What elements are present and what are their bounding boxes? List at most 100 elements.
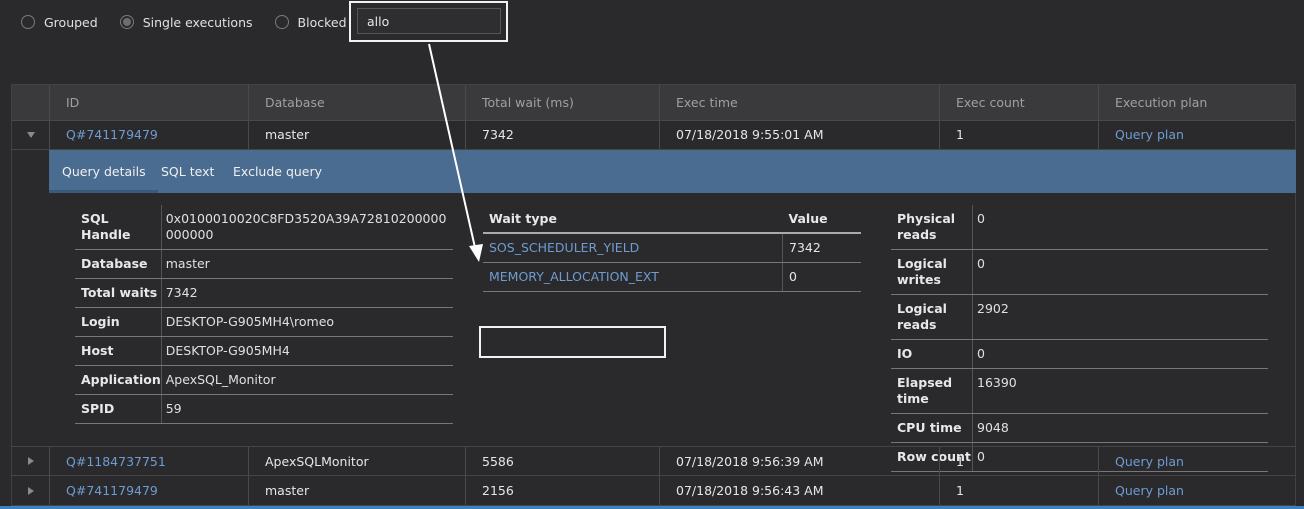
query-plan-link[interactable]: Query plan (1098, 476, 1297, 505)
row-expander[interactable] (12, 476, 49, 505)
stat-row: CPU time 9048 (891, 413, 1268, 443)
collapse-arrow-icon (26, 131, 35, 138)
cell-exec-count: 1 (939, 476, 1098, 505)
table-row[interactable]: Q#741179479 master 2156 07/18/2018 9:56:… (12, 476, 1295, 506)
info-key: Host (75, 336, 162, 366)
cell-exec-count: 1 (939, 447, 1098, 475)
table-row[interactable]: Q#1184737751 ApexSQLMonitor 5586 07/18/2… (12, 446, 1295, 476)
info-key: Database (75, 249, 162, 279)
tab-sql-text[interactable]: SQL text (161, 150, 214, 193)
info-row: SQL Handle 0x0100010020C8FD3520A39A728102… (75, 205, 453, 250)
radio-label: Single executions (142, 14, 253, 30)
radio-label: Grouped (44, 14, 98, 30)
wait-value: 7342 (782, 233, 861, 263)
info-row: Login DESKTOP-G905MH4\romeo (75, 307, 453, 337)
search-input[interactable] (357, 8, 501, 34)
stat-value: 2902 (972, 294, 1268, 340)
stat-value: 0 (972, 205, 1268, 250)
row-detail-panel: Query details SQL text Exclude query SQL… (12, 150, 1296, 472)
info-row: SPID 59 (75, 394, 453, 424)
search-highlight-box (349, 1, 508, 42)
info-value: DESKTOP-G905MH4 (161, 336, 453, 366)
info-value: master (161, 249, 453, 279)
io-stats-table: Physical reads 0 Logical writes 0 Logical … (891, 205, 1268, 472)
column-header-total-wait[interactable]: Total wait (ms) (465, 85, 659, 120)
cell-total-wait: 7342 (465, 120, 659, 149)
radio-indicator (274, 15, 289, 29)
query-info-table: SQL Handle 0x0100010020C8FD3520A39A728102… (75, 205, 453, 424)
info-value: DESKTOP-G905MH4\romeo (161, 307, 453, 337)
queries-grid: ID Database Total wait (ms) Exec time Ex… (11, 84, 1296, 509)
radio-indicator (21, 15, 35, 29)
expand-arrow-icon (27, 486, 34, 495)
cell-database: ApexSQLMonitor (248, 447, 465, 475)
info-key: SQL Handle (75, 205, 162, 250)
stat-key: Physical reads (891, 205, 973, 250)
query-id-link[interactable]: Q#741179479 (49, 476, 248, 505)
wait-type-link[interactable]: MEMORY_ALLOCATION_EXT (483, 262, 783, 292)
column-header-id[interactable]: ID (49, 85, 248, 120)
radio-single-executions[interactable]: Single executions (119, 14, 253, 30)
info-key: Application (75, 365, 162, 395)
column-header-database[interactable]: Database (248, 85, 465, 120)
stat-row: Logical writes 0 (891, 249, 1268, 295)
tab-query-details[interactable]: Query details (49, 150, 158, 193)
stat-value: 9048 (972, 413, 1268, 443)
stat-row: Logical reads 2902 (891, 294, 1268, 340)
info-key: Total waits (75, 278, 162, 308)
cell-total-wait: 5586 (465, 447, 659, 475)
cell-exec-count: 1 (939, 120, 1098, 149)
wait-type-header: Wait type (483, 205, 783, 234)
info-value: ApexSQL_Monitor (161, 365, 453, 395)
stat-key: CPU time (891, 413, 973, 443)
wait-value: 0 (782, 262, 861, 292)
stat-row: Physical reads 0 (891, 205, 1268, 250)
stat-key: Logical reads (891, 294, 973, 340)
stat-value: 0 (972, 249, 1268, 295)
detail-tab-bar: Query details SQL text Exclude query (49, 150, 1296, 193)
info-value: 0x0100010020C8FD3520A39A7281020000000000… (161, 205, 453, 250)
column-header-execution-plan[interactable]: Execution plan (1098, 85, 1297, 120)
row-expander[interactable] (12, 447, 49, 475)
wait-highlight-box (479, 326, 666, 358)
wait-value-header: Value (782, 205, 861, 234)
header-expander (12, 85, 49, 120)
stat-row: IO 0 (891, 339, 1268, 369)
tab-exclude-query[interactable]: Exclude query (233, 150, 322, 193)
stat-value: 0 (972, 339, 1268, 369)
wait-row: SOS_SCHEDULER_YIELD 7342 (483, 233, 861, 263)
cell-exec-time: 07/18/2018 9:56:39 AM (659, 447, 939, 475)
wait-header-row: Wait type Value (483, 205, 861, 234)
radio-grouped[interactable]: Grouped (21, 15, 98, 30)
info-row: Total waits 7342 (75, 278, 453, 308)
cell-database: master (248, 476, 465, 505)
info-row: Database master (75, 249, 453, 279)
stat-key: Logical writes (891, 249, 973, 295)
stat-key: Elapsed time (891, 368, 973, 414)
column-header-exec-count[interactable]: Exec count (939, 85, 1098, 120)
info-value: 7342 (161, 278, 453, 308)
stat-row: Elapsed time 16390 (891, 368, 1268, 414)
row-expander[interactable] (12, 120, 49, 149)
info-row: Host DESKTOP-G905MH4 (75, 336, 453, 366)
table-row[interactable]: Q#741179479 master 7342 07/18/2018 9:55:… (12, 120, 1295, 150)
query-plan-link[interactable]: Query plan (1098, 120, 1297, 149)
radio-label: Blocked (297, 14, 347, 30)
expand-arrow-icon (27, 457, 34, 465)
filter-radio-group: Grouped Single executions Blocked (21, 12, 369, 32)
radio-blocked[interactable]: Blocked (274, 14, 347, 30)
query-id-link[interactable]: Q#1184737751 (49, 447, 248, 475)
cell-exec-time: 07/18/2018 9:56:43 AM (659, 476, 939, 505)
stat-value: 16390 (972, 368, 1268, 414)
cell-total-wait: 2156 (465, 476, 659, 505)
query-plan-link[interactable]: Query plan (1098, 447, 1297, 475)
info-value: 59 (161, 394, 453, 424)
grid-header: ID Database Total wait (ms) Exec time Ex… (12, 85, 1295, 121)
wait-type-link[interactable]: SOS_SCHEDULER_YIELD (483, 233, 783, 263)
column-header-exec-time[interactable]: Exec time (659, 85, 939, 120)
query-id-link[interactable]: Q#741179479 (49, 120, 248, 149)
cell-exec-time: 07/18/2018 9:55:01 AM (659, 120, 939, 149)
info-key: Login (75, 307, 162, 337)
cell-database: master (248, 120, 465, 149)
stat-key: IO (891, 339, 973, 369)
